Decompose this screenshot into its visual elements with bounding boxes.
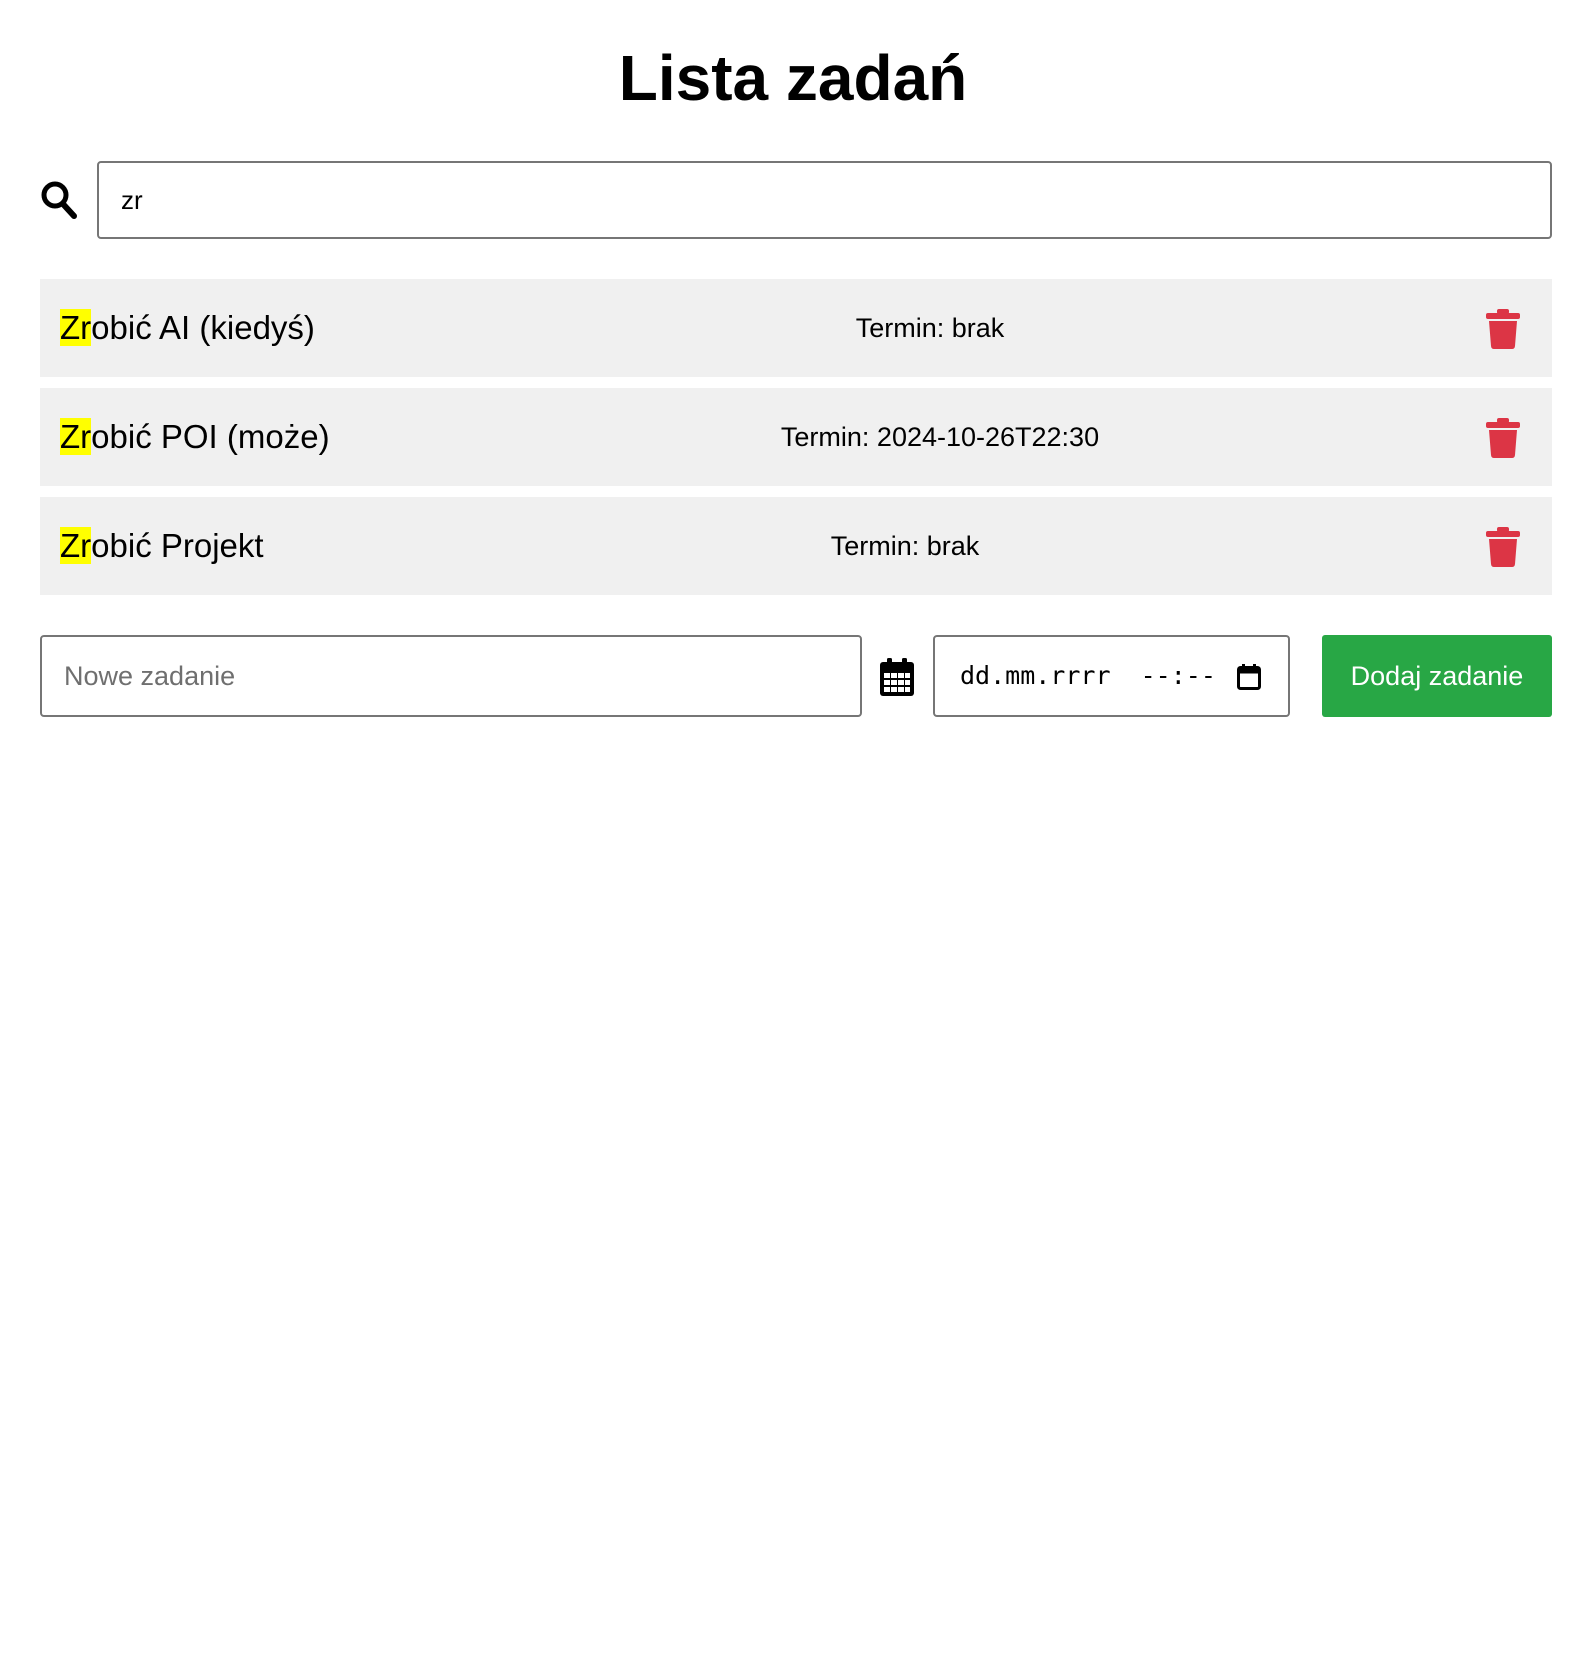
task-item: Zrobić AI (kiedyś) Termin: brak — [40, 279, 1552, 377]
task-item: Zrobić POI (może) Termin: 2024-10-26T22:… — [40, 388, 1552, 486]
search-input[interactable] — [97, 161, 1552, 239]
task-name-rest: obić AI (kiedyś) — [91, 309, 315, 346]
trash-icon — [1486, 527, 1520, 567]
calendar-picker-icon[interactable] — [1237, 664, 1261, 690]
add-task-form: dd.mm.rrrr --:-- Dodaj zadanie — [40, 635, 1552, 717]
task-name-rest: obić Projekt — [91, 527, 264, 564]
delete-button[interactable] — [1485, 309, 1521, 349]
add-task-button[interactable]: Dodaj zadanie — [1322, 635, 1552, 717]
task-name: Zrobić Projekt — [60, 497, 264, 595]
task-name: Zrobić AI (kiedyś) — [60, 279, 315, 377]
trash-icon — [1486, 309, 1520, 349]
task-list: Zrobić AI (kiedyś) Termin: brak Zrobić P… — [40, 279, 1552, 606]
task-name: Zrobić POI (może) — [60, 388, 330, 486]
delete-button[interactable] — [1485, 527, 1521, 567]
task-deadline: Termin: 2024-10-26T22:30 — [780, 422, 1100, 452]
datetime-placeholder: dd.mm.rrrr --:-- — [960, 661, 1216, 690]
calendar-icon — [880, 658, 914, 696]
trash-icon — [1486, 418, 1520, 458]
new-task-input[interactable] — [40, 635, 862, 717]
search-highlight: Zr — [60, 418, 92, 455]
task-item: Zrobić Projekt Termin: brak — [40, 497, 1552, 595]
search-icon — [41, 181, 77, 219]
task-deadline: Termin: brak — [830, 531, 980, 561]
page-title: Lista zadań — [618, 42, 968, 114]
search-bar — [40, 161, 1552, 239]
todo-app: Lista zadań Zrobić AI (kiedyś) Termin: b… — [0, 0, 1586, 1676]
search-highlight: Zr — [60, 527, 92, 564]
task-name-rest: obić POI (może) — [91, 418, 330, 455]
search-highlight: Zr — [60, 309, 92, 346]
delete-button[interactable] — [1485, 418, 1521, 458]
deadline-datetime-input[interactable]: dd.mm.rrrr --:-- — [933, 635, 1290, 717]
task-deadline: Termin: brak — [855, 313, 1005, 343]
